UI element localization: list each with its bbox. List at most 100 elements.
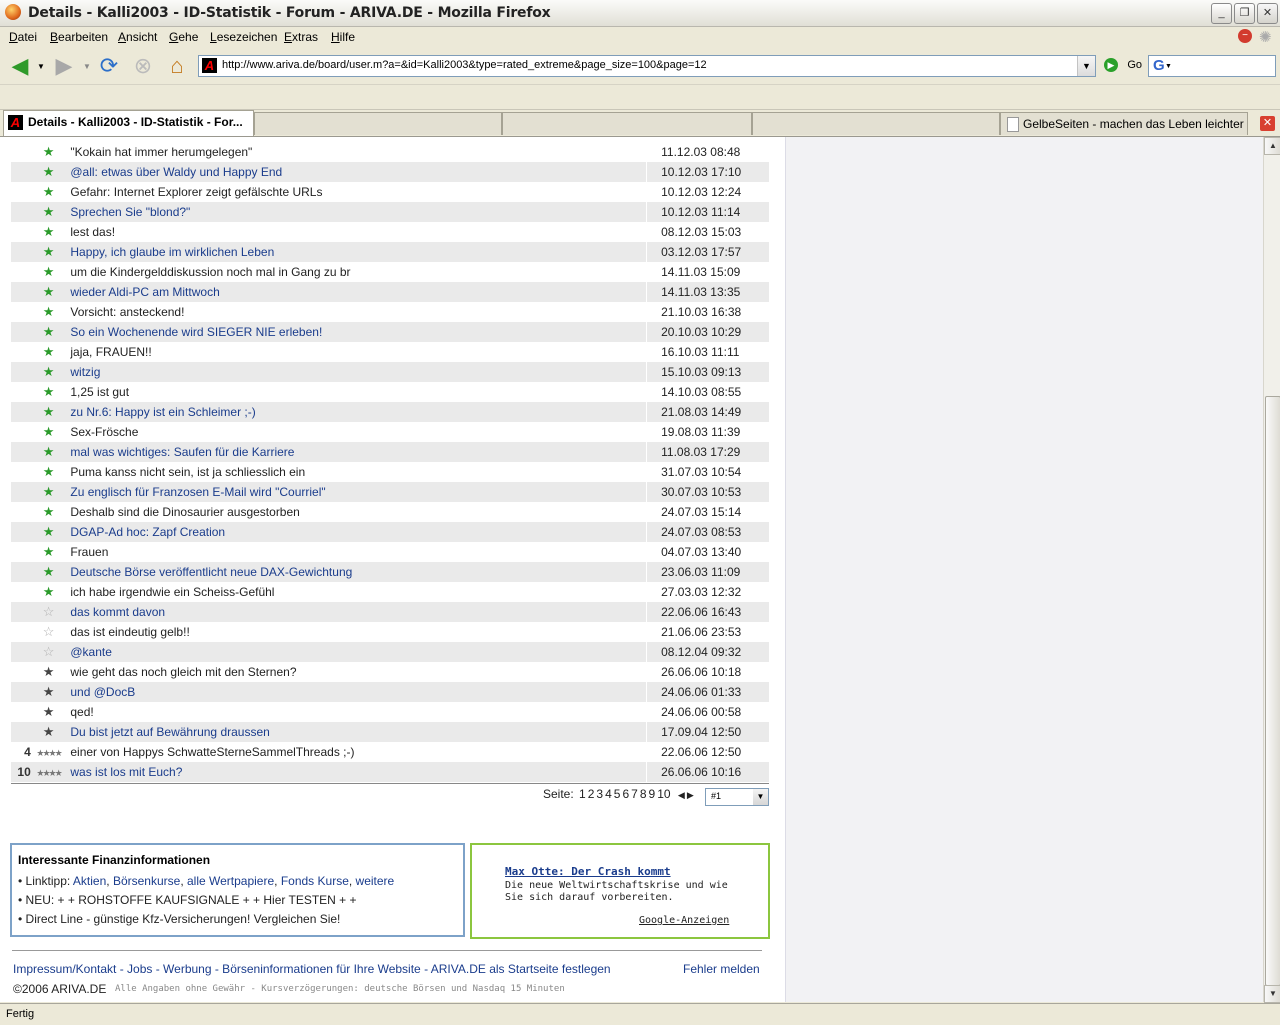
thread-title-link[interactable]: einer von Happys SchwatteSterneSammelThr… xyxy=(66,742,646,762)
thread-title-link[interactable]: zu Nr.6: Happy ist ein Schleimer ;-) xyxy=(66,402,646,422)
thread-title-link[interactable]: Puma kanss nicht sein, ist ja schliessli… xyxy=(66,462,646,482)
search-box[interactable]: G ▼ xyxy=(1148,55,1276,77)
tab-gelbeseiten[interactable]: GelbeSeiten - machen das Leben leichter xyxy=(1000,112,1248,135)
close-window-button[interactable]: ✕ xyxy=(1257,3,1278,24)
tab-active[interactable]: A Details - Kalli2003 - ID-Statistik - F… xyxy=(3,110,254,136)
thread-title-link[interactable]: das kommt davon xyxy=(66,602,646,622)
link-weitere[interactable]: weitere xyxy=(356,874,395,888)
menu-lesezeichen[interactable]: Lesezeichen xyxy=(210,30,277,44)
report-error-link[interactable]: Fehler melden xyxy=(683,962,760,976)
thread-title-link[interactable]: Gefahr: Internet Explorer zeigt gefälsch… xyxy=(66,182,646,202)
stop-icon[interactable]: ⊗ xyxy=(129,52,157,80)
thread-title-link[interactable]: jaja, FRAUEN!! xyxy=(66,342,646,362)
thread-title-link[interactable]: das ist eindeutig gelb!! xyxy=(66,622,646,642)
thread-title-link[interactable]: wie geht das noch gleich mit den Sternen… xyxy=(66,662,646,682)
page-link[interactable]: 7 xyxy=(631,787,638,801)
page-link[interactable]: 3 xyxy=(596,787,603,801)
thread-title-link[interactable]: So ein Wochenende wird SIEGER NIE erlebe… xyxy=(66,322,646,342)
tab-2[interactable] xyxy=(254,112,502,135)
search-engine-dropdown-icon[interactable]: ▼ xyxy=(1165,63,1172,70)
thread-title-link[interactable]: mal was wichtiges: Saufen für die Karrie… xyxy=(66,442,646,462)
thread-title-link[interactable]: was ist los mit Euch? xyxy=(66,762,646,782)
link-fonds-kurse[interactable]: Fonds Kurse xyxy=(281,874,349,888)
forward-icon[interactable]: ▶ xyxy=(50,52,78,80)
thread-title-link[interactable]: qed! xyxy=(66,702,646,722)
link-alle-wertpapiere[interactable]: alle Wertpapiere xyxy=(187,874,274,888)
forward-dropdown-icon[interactable]: ▼ xyxy=(83,62,91,71)
menu-datei[interactable]: Datei xyxy=(9,30,37,44)
link-boersenkurse[interactable]: Börsenkurse xyxy=(113,874,180,888)
menu-ansicht[interactable]: Ansicht xyxy=(118,30,157,44)
table-row: ★ Du bist jetzt auf Bewährung draussen 17.… xyxy=(11,722,769,742)
thread-title-link[interactable]: lest das! xyxy=(66,222,646,242)
thread-title-link[interactable]: um die Kindergelddiskussion noch mal in … xyxy=(66,262,646,282)
page-link[interactable]: 9 xyxy=(649,787,656,801)
table-row: ☆ das kommt davon 22.06.06 16:43 xyxy=(11,602,769,622)
ad-title-link[interactable]: Max Otte: Der Crash kommt xyxy=(505,865,671,878)
thread-title-link[interactable]: @all: etwas über Waldy und Happy End xyxy=(66,162,646,182)
thread-title-link[interactable]: "Kokain hat immer herumgelegen" xyxy=(66,142,646,162)
thread-title-link[interactable]: 1,25 ist gut xyxy=(66,382,646,402)
link-aktien[interactable]: Aktien xyxy=(73,874,106,888)
table-row: ★ und @DocB 24.06.06 01:33 xyxy=(11,682,769,702)
url-dropdown-icon[interactable]: ▼ xyxy=(1077,56,1095,76)
scroll-thumb[interactable] xyxy=(1265,396,1280,986)
close-tab-icon[interactable]: ✕ xyxy=(1260,116,1275,131)
menu-hilfe[interactable]: Hilfe xyxy=(331,30,355,44)
multi-star-icon: ★★★★ xyxy=(36,768,62,778)
footer-links[interactable]: Impressum/Kontakt - Jobs - Werbung - Bör… xyxy=(13,962,611,976)
green-star-icon: ★ xyxy=(42,224,55,239)
page-content: ★ "Kokain hat immer herumgelegen" 11.12.03… xyxy=(0,137,1263,1002)
thread-title-link[interactable]: und @DocB xyxy=(66,682,646,702)
thread-title-link[interactable]: Deshalb sind die Dinosaurier ausgestorbe… xyxy=(66,502,646,522)
menu-extras[interactable]: Extras xyxy=(284,30,318,44)
page-link[interactable]: 1 xyxy=(579,787,586,801)
thread-title-link[interactable]: witzig xyxy=(66,362,646,382)
table-row: ★ Sprechen Sie "blond?" 10.12.03 11:14 xyxy=(11,202,769,222)
scroll-down-icon[interactable]: ▼ xyxy=(1264,985,1280,1003)
maximize-button[interactable]: ❐ xyxy=(1234,3,1255,24)
status-text: Fertig xyxy=(6,1008,35,1020)
page-link[interactable]: 8 xyxy=(640,787,647,801)
page-link[interactable]: 2 xyxy=(588,787,595,801)
scroll-up-icon[interactable]: ▲ xyxy=(1264,137,1280,155)
rating-count xyxy=(11,502,31,522)
menu-gehe[interactable]: Gehe xyxy=(169,30,198,44)
vertical-scrollbar[interactable]: ▲ ▼ xyxy=(1263,137,1280,1003)
menu-bearbeiten[interactable]: Bearbeiten xyxy=(50,30,108,44)
stop-loading-icon[interactable]: − xyxy=(1238,29,1252,43)
thread-title-link[interactable]: ich habe irgendwie ein Scheiss-Gefühl xyxy=(66,582,646,602)
finance-rohstoffe-link[interactable]: • NEU: + + ROHSTOFFE KAUFSIGNALE + + Hie… xyxy=(18,893,357,907)
thread-title-link[interactable]: Du bist jetzt auf Bewährung draussen xyxy=(66,722,646,742)
page-link[interactable]: 6 xyxy=(622,787,629,801)
thread-title-link[interactable]: Frauen xyxy=(66,542,646,562)
thread-title-link[interactable]: Vorsicht: ansteckend! xyxy=(66,302,646,322)
google-ads-link[interactable]: Google-Anzeigen xyxy=(639,915,729,926)
page-select[interactable]: #1 ▼ xyxy=(705,788,769,806)
reload-icon[interactable]: ⟳ xyxy=(95,52,123,80)
thread-title-link[interactable]: Sprechen Sie "blond?" xyxy=(66,202,646,222)
finance-directline-link[interactable]: • Direct Line - günstige Kfz-Versicherun… xyxy=(18,912,340,926)
next-page-icon[interactable]: ▶ xyxy=(687,790,694,800)
page-link[interactable]: 10 xyxy=(657,787,670,801)
rating-count xyxy=(11,242,31,262)
thread-title-link[interactable]: wieder Aldi-PC am Mittwoch xyxy=(66,282,646,302)
tab-3[interactable] xyxy=(502,112,752,135)
thread-title-link[interactable]: Sex-Frösche xyxy=(66,422,646,442)
tab-4[interactable] xyxy=(752,112,1000,135)
thread-title-link[interactable]: DGAP-Ad hoc: Zapf Creation xyxy=(66,522,646,542)
back-icon[interactable]: ◀ xyxy=(6,52,34,80)
minimize-button[interactable]: _ xyxy=(1211,3,1232,24)
google-ad-box: Max Otte: Der Crash kommt Die neue Weltw… xyxy=(470,843,770,939)
thread-title-link[interactable]: @kante xyxy=(66,642,646,662)
home-icon[interactable]: ⌂ xyxy=(163,52,191,80)
page-link[interactable]: 5 xyxy=(614,787,621,801)
prev-page-icon[interactable]: ◀ xyxy=(678,790,685,800)
go-button[interactable]: ▶ Go xyxy=(1104,57,1142,72)
thread-title-link[interactable]: Zu englisch für Franzosen E-Mail wird "C… xyxy=(66,482,646,502)
back-dropdown-icon[interactable]: ▼ xyxy=(37,62,45,71)
url-bar[interactable]: A http://www.ariva.de/board/user.m?a=&id… xyxy=(198,55,1096,77)
thread-title-link[interactable]: Deutsche Börse veröffentlicht neue DAX-G… xyxy=(66,562,646,582)
page-link[interactable]: 4 xyxy=(605,787,612,801)
thread-title-link[interactable]: Happy, ich glaube im wirklichen Leben xyxy=(66,242,646,262)
